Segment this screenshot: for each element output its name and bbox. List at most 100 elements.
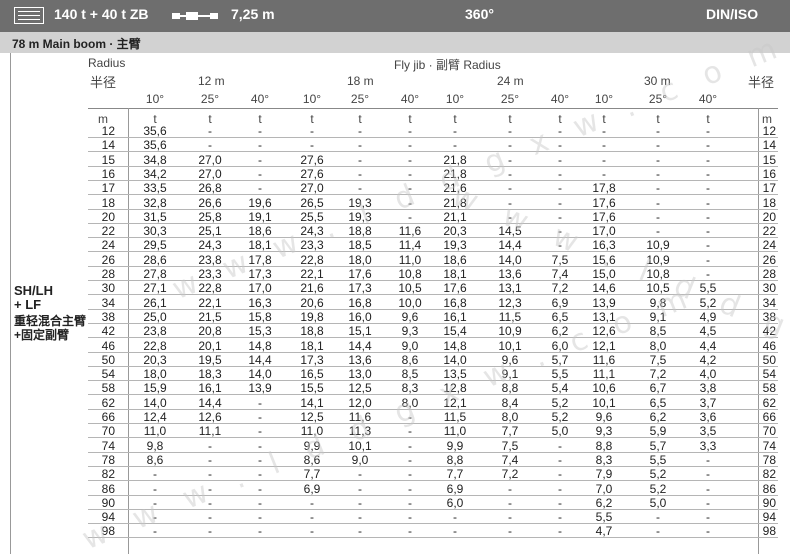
table-cell: 7,4 [551, 267, 569, 281]
table-cell: 11,4 [398, 238, 422, 253]
table-cell: 25,8 [198, 209, 222, 224]
radius-left: 82 [101, 467, 115, 482]
table-cell: 15,4 [443, 324, 467, 339]
table-cell: 13,9 [248, 381, 272, 396]
table-cell: - [358, 152, 362, 167]
table-cell: 13,6 [348, 352, 372, 367]
table-cell: 17,6 [443, 281, 467, 296]
table-cell: 15,8 [248, 309, 272, 324]
table-cell: 6,2 [649, 410, 667, 424]
table-cell: 7,4 [501, 452, 519, 467]
table-cell: - [558, 495, 562, 510]
table-cell: 4,2 [699, 352, 717, 367]
table-cell: 6,9 [446, 481, 464, 496]
table-cell: - [558, 524, 562, 539]
table-cell: 19,3 [443, 238, 467, 253]
table-cell: 13,1 [498, 281, 522, 296]
table-cell: - [558, 452, 562, 467]
table-cell: 16,0 [348, 309, 372, 324]
table-cell: - [508, 495, 512, 510]
table-cell: 5,2 [551, 395, 569, 410]
table-cell: - [408, 524, 412, 539]
table-cell: 12,4 [143, 410, 167, 424]
table-cell: 8,3 [595, 452, 613, 467]
table-cell: 17,0 [248, 281, 272, 296]
radius-right: 82 [762, 467, 776, 482]
table-cell: - [706, 195, 710, 210]
table-cell: - [408, 495, 412, 510]
table-cell: 12,6 [198, 410, 222, 424]
table-cell: - [310, 495, 314, 510]
table-cell: 9,3 [401, 324, 419, 339]
table-cell: 8,6 [401, 352, 419, 367]
table-cell: 19,8 [300, 309, 324, 324]
table-cell: 9,9 [446, 438, 464, 453]
radius-left: 17 [101, 181, 115, 196]
table-cell: - [558, 166, 562, 181]
radius-right: 28 [762, 267, 776, 281]
table-cell: 3,5 [699, 424, 717, 439]
table-cell: - [408, 124, 412, 138]
table-cell: - [258, 524, 262, 539]
table-cell: 14,4 [198, 395, 222, 410]
table-cell: 17,3 [348, 281, 372, 296]
radius-right: 66 [762, 410, 776, 424]
table-cell: 19,6 [248, 195, 272, 210]
radius-left: 18 [101, 195, 115, 210]
table-cell: - [602, 152, 606, 167]
table-cell: 9,6 [401, 309, 419, 324]
table-cell: 7,0 [595, 481, 613, 496]
radius-left: 34 [101, 295, 115, 310]
table-cell: - [408, 438, 412, 453]
table-cell: 35,6 [143, 138, 167, 153]
table-cell: 10,5 [398, 281, 422, 296]
radius-right: 50 [762, 352, 776, 367]
table-cell: 4,7 [595, 524, 613, 539]
table-cell: 6,2 [595, 495, 613, 510]
table-cell: - [358, 510, 362, 525]
table-cell: - [558, 438, 562, 453]
table-cell: - [558, 510, 562, 525]
table-cell: 16,3 [248, 295, 272, 310]
radius-right: 30 [762, 281, 776, 296]
table-cell: - [358, 524, 362, 539]
table-cell: - [408, 481, 412, 496]
table-cell: 20,8 [198, 324, 222, 339]
table-cell: 14,0 [498, 252, 522, 267]
table-cell: - [706, 495, 710, 510]
table-cell: 7,9 [595, 467, 613, 482]
table-cell: 8,0 [501, 410, 519, 424]
radius-left: 38 [101, 309, 115, 324]
table-cell: 12,3 [498, 295, 522, 310]
table-cell: 7,5 [501, 438, 519, 453]
table-cell: 11,5 [498, 309, 522, 324]
radius-left: 78 [101, 452, 115, 467]
radius-left: 54 [101, 367, 115, 382]
table-cell: 18,1 [443, 267, 467, 281]
table-cell: 5,0 [649, 495, 667, 510]
table-cell: 17,8 [592, 181, 616, 196]
table-cell: 7,5 [649, 352, 667, 367]
table-cell: 10,6 [592, 381, 616, 396]
table-cell: - [706, 124, 710, 138]
radius-right: 78 [762, 452, 776, 467]
table-cell: - [558, 481, 562, 496]
radius-right: 74 [762, 438, 776, 453]
table-cell: 7,2 [649, 367, 667, 382]
table-cell: - [258, 181, 262, 196]
table-cell: 20,3 [443, 224, 467, 239]
table-cell: - [508, 481, 512, 496]
table-cell: 12,5 [348, 381, 372, 396]
table-cell: 4,5 [699, 324, 717, 339]
table-cell: 26,8 [198, 181, 222, 196]
table-cell: 8,8 [446, 452, 464, 467]
table-cell: - [310, 138, 314, 153]
table-cell: 18,3 [198, 367, 222, 382]
table-cell: 14,4 [348, 338, 372, 353]
table-cell: - [706, 238, 710, 253]
table-cell: - [558, 195, 562, 210]
table-cell: 5,9 [649, 424, 667, 439]
radius-left: 30 [101, 281, 115, 296]
table-cell: 20,1 [198, 338, 222, 353]
table-cell: - [706, 138, 710, 153]
